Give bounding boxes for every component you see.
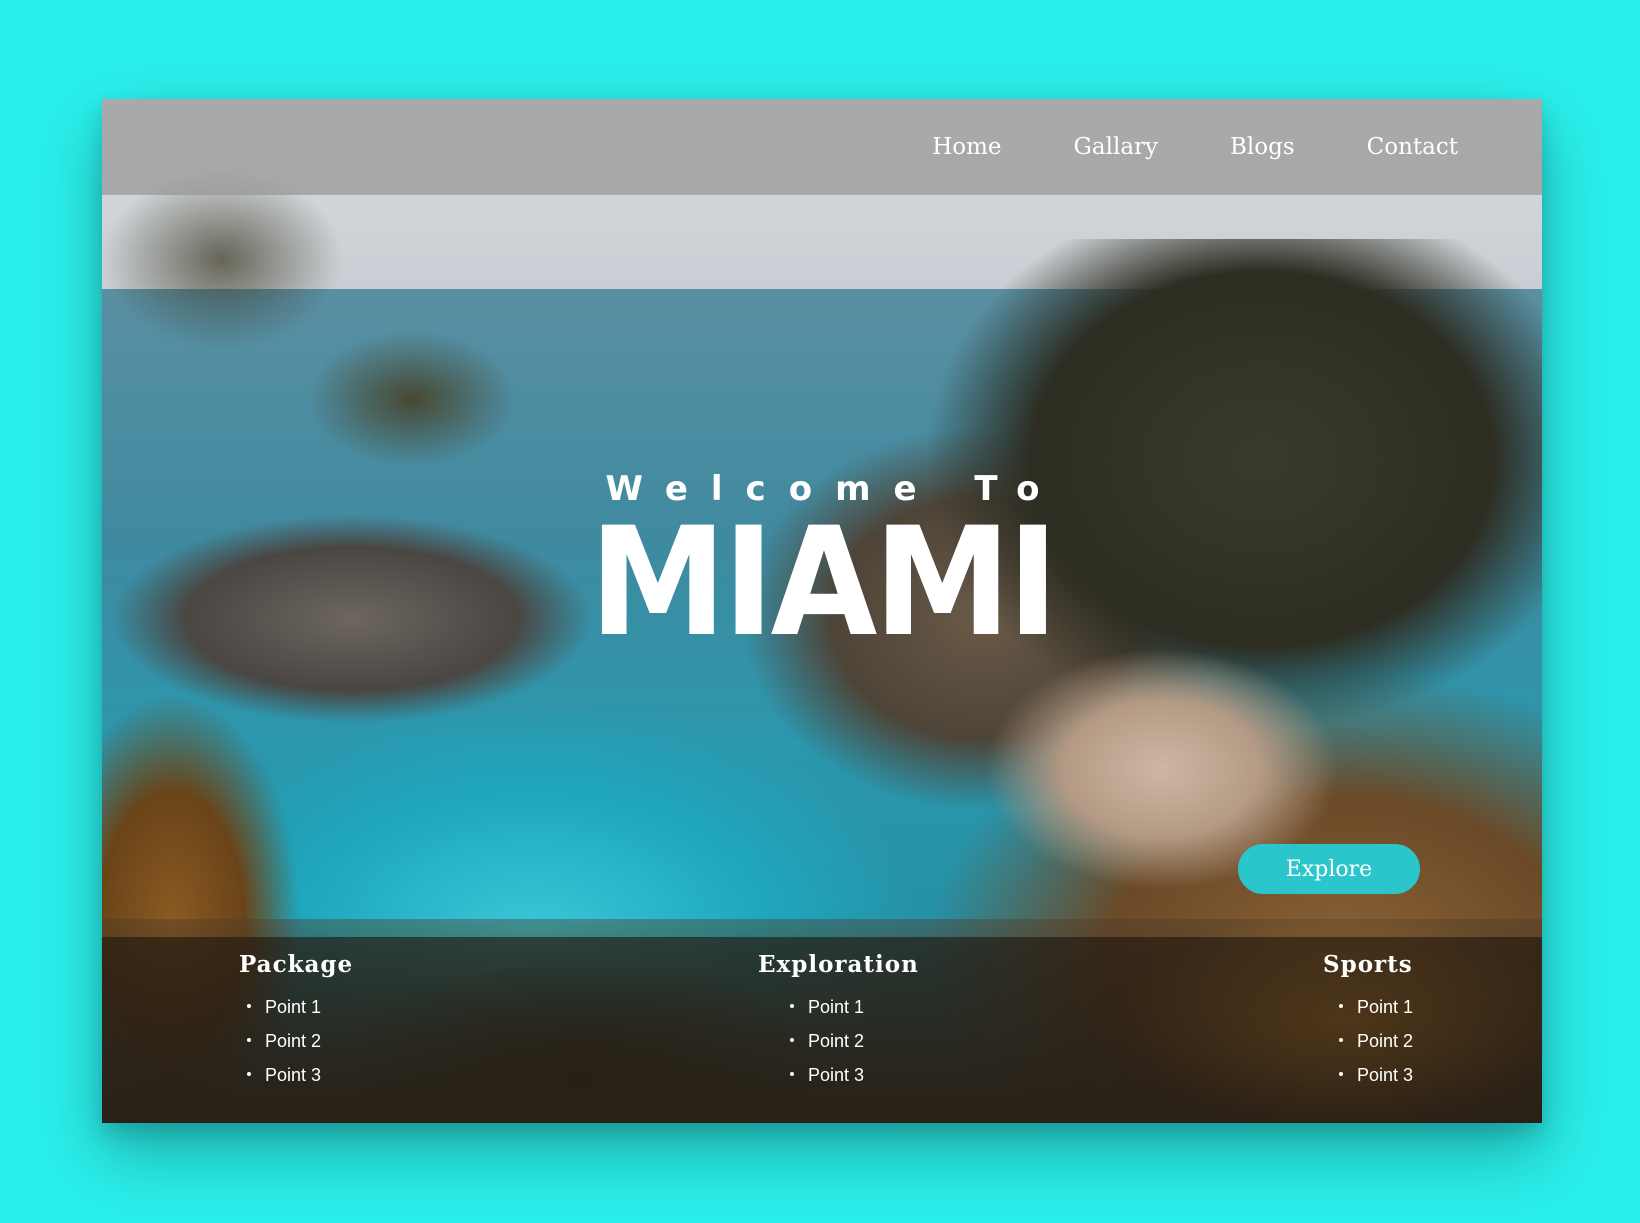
bullet-icon — [1339, 1004, 1343, 1009]
section-title: Exploration — [758, 951, 919, 978]
landing-page: Home Gallary Blogs Contact Welcome To MI… — [102, 99, 1542, 1123]
explore-button[interactable]: Explore — [1238, 844, 1420, 894]
list-item: Point 1 — [239, 990, 353, 1024]
section-title: Package — [239, 951, 354, 978]
bullet-icon — [247, 1004, 251, 1009]
bullet-icon — [247, 1072, 251, 1077]
bullet-icon — [790, 1038, 794, 1043]
nav-blogs-link[interactable]: Blogs — [1230, 134, 1295, 160]
list-item: Point 3 — [239, 1058, 353, 1092]
package-section: Package Point 1 Point 2 Point 3 — [239, 951, 353, 1092]
list-item: Point 2 — [1323, 1024, 1413, 1058]
section-list: Point 1 Point 2 Point 3 — [239, 990, 353, 1092]
exploration-section: Exploration Point 1 Point 2 Point 3 — [758, 951, 919, 1092]
list-item: Point 2 — [239, 1024, 353, 1058]
bullet-icon — [790, 1072, 794, 1077]
hero-heading: Welcome To MIAMI — [102, 469, 1542, 670]
list-item: Point 3 — [1323, 1058, 1413, 1092]
info-panel: Package Point 1 Point 2 Point 3 Explorat… — [102, 937, 1542, 1123]
bullet-icon — [790, 1004, 794, 1009]
section-list: Point 1 Point 2 Point 3 — [1323, 990, 1413, 1092]
nav-home-link[interactable]: Home — [932, 134, 1001, 160]
list-item: Point 1 — [1323, 990, 1413, 1024]
bullet-icon — [1339, 1072, 1343, 1077]
nav-gallery-link[interactable]: Gallary — [1074, 134, 1159, 160]
bullet-icon — [1339, 1038, 1343, 1043]
nav-links: Home Gallary Blogs Contact — [932, 99, 1458, 195]
bullet-icon — [247, 1038, 251, 1043]
sports-section: Sports Point 1 Point 2 Point 3 — [1323, 951, 1413, 1092]
top-navigation-bar: Home Gallary Blogs Contact — [102, 99, 1542, 195]
nav-contact-link[interactable]: Contact — [1367, 134, 1458, 160]
list-item: Point 3 — [758, 1058, 919, 1092]
list-item: Point 2 — [758, 1024, 919, 1058]
section-title: Sports — [1323, 951, 1413, 978]
hero-title: MIAMI — [589, 496, 1058, 670]
list-item: Point 1 — [758, 990, 919, 1024]
section-list: Point 1 Point 2 Point 3 — [758, 990, 919, 1092]
